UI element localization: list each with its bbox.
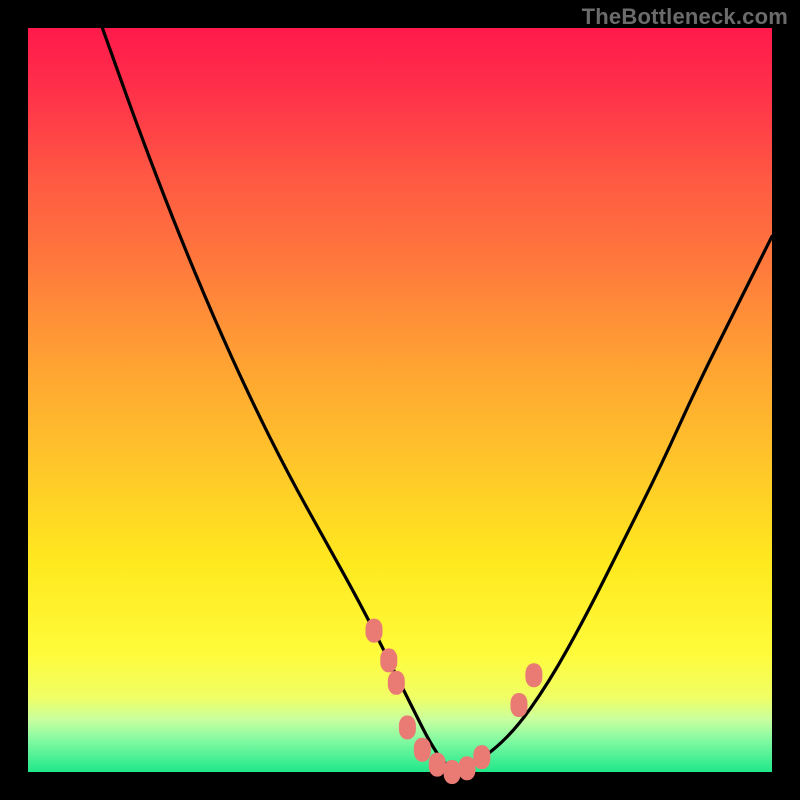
curve-layer <box>28 28 772 772</box>
marker-node <box>399 715 416 739</box>
marker-node <box>525 663 542 687</box>
marker-node <box>380 648 397 672</box>
plot-area <box>28 28 772 772</box>
bottleneck-curve <box>102 28 772 770</box>
marker-node <box>511 693 528 717</box>
marker-node <box>459 756 476 780</box>
marker-node <box>366 619 383 643</box>
marker-node <box>429 753 446 777</box>
marker-node <box>414 738 431 762</box>
marker-node <box>388 671 405 695</box>
highlight-nodes <box>366 619 543 784</box>
marker-node <box>473 745 490 769</box>
watermark-text: TheBottleneck.com <box>582 4 788 30</box>
chart-frame: TheBottleneck.com <box>0 0 800 800</box>
marker-node <box>444 760 461 784</box>
